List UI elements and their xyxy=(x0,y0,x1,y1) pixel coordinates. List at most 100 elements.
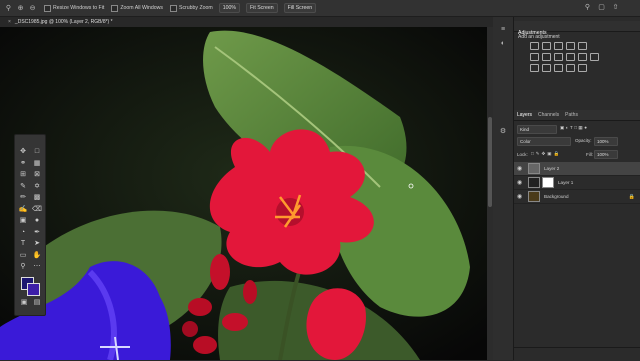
channel-mixer-icon[interactable] xyxy=(578,53,587,61)
blend-mode-value: Color xyxy=(520,139,531,144)
color-lookup-icon[interactable] xyxy=(590,53,599,61)
blur-tool-icon[interactable]: ● xyxy=(31,216,43,227)
lock-label: Lock: xyxy=(517,152,528,157)
layer-thumbnail xyxy=(528,177,540,188)
zoom-100-button[interactable]: 100% xyxy=(218,3,241,13)
marquee-tool-icon[interactable]: □ xyxy=(31,147,43,158)
opacity-value: 100% xyxy=(597,139,609,144)
panel-icon-strip: ≡ ◐ ⚙ xyxy=(493,17,513,360)
search-icon[interactable]: ⚲ xyxy=(583,3,592,12)
checkbox-box[interactable] xyxy=(170,4,177,12)
hue-saturation-icon[interactable] xyxy=(530,53,539,61)
blend-mode-select[interactable]: Color xyxy=(517,137,571,146)
lasso-tool-icon[interactable]: ⚭ xyxy=(17,159,29,170)
path-select-tool-icon[interactable]: ➤ xyxy=(31,239,43,250)
shape-tool-icon[interactable]: ▭ xyxy=(17,251,29,262)
brightness-contrast-icon[interactable] xyxy=(530,42,539,50)
healing-tool-icon[interactable]: ✡ xyxy=(31,182,43,193)
workspace-icon[interactable]: ▢ xyxy=(597,3,606,12)
eye-icon[interactable]: ◉ xyxy=(517,193,525,200)
tab-paths[interactable]: Paths xyxy=(562,112,581,118)
eraser-tool-icon[interactable]: ⌫ xyxy=(31,205,43,216)
lock-icons[interactable]: □✎✥▣🔒 xyxy=(531,151,561,157)
eye-icon[interactable]: ◉ xyxy=(517,179,525,186)
fill-label: Fill: xyxy=(586,152,593,157)
scrubby-zoom-checkbox[interactable]: Scrubby Zoom xyxy=(170,4,213,12)
type-tool-icon[interactable]: T xyxy=(17,239,29,250)
resize-windows-label: Resize Windows to Fit xyxy=(53,5,105,11)
tab-layers[interactable]: Layers xyxy=(514,112,535,118)
screen-mode-icon[interactable]: ▤ xyxy=(31,298,43,309)
layers-bottom-bar xyxy=(514,347,640,361)
layer-filter-icons[interactable]: ▣◐T□▦● xyxy=(560,125,588,131)
more-tools-icon[interactable]: ⋯ xyxy=(31,262,43,273)
scrollbar-thumb[interactable] xyxy=(488,117,492,207)
right-panel: Adjustments Add an adjustment Layers Cha… xyxy=(513,17,640,361)
history-brush-tool-icon[interactable]: ✍ xyxy=(17,205,29,216)
zoom-all-windows-checkbox[interactable]: Zoom All Windows xyxy=(111,4,163,12)
gradient-tool-icon[interactable]: ▣ xyxy=(17,216,29,227)
scrubby-zoom-label: Scrubby Zoom xyxy=(179,5,213,11)
fit-screen-button[interactable]: Fit Screen xyxy=(246,3,278,13)
layer-row-layer-2[interactable]: ◉ Layer 2 xyxy=(514,162,640,176)
color-balance-icon[interactable] xyxy=(542,53,551,61)
crop-tool-icon[interactable]: ⊞ xyxy=(17,170,29,181)
layers-panel-header: Layers Channels Paths xyxy=(514,110,640,121)
canvas[interactable]: ✥ □ ⚭ ▦ ⊞ ⊠ ✎ ✡ ✏ ▩ ✍ ⌫ ▣ ● ◔ ✒ T ➤ ▭ ✋ … xyxy=(0,27,487,360)
checkbox-box[interactable] xyxy=(44,4,51,12)
close-tab-icon[interactable]: × xyxy=(8,19,11,25)
vibrance-icon[interactable] xyxy=(578,42,587,50)
checkbox-box[interactable] xyxy=(111,4,119,12)
panel-options-icon[interactable]: ≡ xyxy=(498,25,508,35)
fill-screen-button[interactable]: Fill Screen xyxy=(283,3,317,13)
zoom-in-icon[interactable]: ⊕ xyxy=(16,4,25,13)
invert-icon[interactable] xyxy=(530,64,539,72)
quick-mask-icon[interactable]: ▣ xyxy=(18,298,30,309)
black-white-icon[interactable] xyxy=(554,53,563,61)
gradient-map-icon[interactable] xyxy=(566,64,575,72)
dodge-tool-icon[interactable]: ◔ xyxy=(17,228,29,239)
layer-name[interactable]: Layer 1 xyxy=(558,180,573,185)
photo-filter-icon[interactable] xyxy=(566,53,575,61)
zoom-out-icon[interactable]: ⊖ xyxy=(28,4,37,13)
posterize-icon[interactable] xyxy=(542,64,551,72)
resize-windows-checkbox[interactable]: Resize Windows to Fit xyxy=(44,4,105,12)
stamp-tool-icon[interactable]: ▩ xyxy=(31,193,43,204)
opacity-input[interactable]: 100% xyxy=(594,137,618,146)
tab-channels[interactable]: Channels xyxy=(535,112,562,118)
frame-tool-icon[interactable]: ⊠ xyxy=(31,170,43,181)
document-tab[interactable]: × _DSC1985.jpg @ 100% (Layer 2, RGB/8*) … xyxy=(0,17,490,27)
exposure-icon[interactable] xyxy=(566,42,575,50)
threshold-icon[interactable] xyxy=(554,64,563,72)
properties-panel-icon[interactable]: ⚙ xyxy=(498,127,508,137)
layer-filter-kind[interactable]: Kind xyxy=(517,125,557,134)
layer-row-background[interactable]: ◉ Background 🔒 xyxy=(514,190,640,204)
hand-tool-icon[interactable]: ✋ xyxy=(31,251,43,262)
eye-icon[interactable]: ◉ xyxy=(517,165,525,172)
background-color-swatch[interactable] xyxy=(27,283,40,296)
layer-row-layer-1[interactable]: ◉ Layer 1 xyxy=(514,176,640,190)
selective-color-icon[interactable] xyxy=(578,64,587,72)
move-tool-icon[interactable]: ✥ xyxy=(17,147,29,158)
document-title: _DSC1985.jpg @ 100% (Layer 2, RGB/8*) * xyxy=(14,19,113,25)
share-icon[interactable]: ⇧ xyxy=(611,3,620,12)
brush-tool-icon[interactable]: ✏ xyxy=(17,193,29,204)
curves-icon[interactable] xyxy=(554,42,563,50)
layer-thumbnail xyxy=(528,163,540,174)
adjustments-subtitle: Add an adjustment xyxy=(518,34,560,40)
adjustments-grid xyxy=(530,42,601,72)
zoom-all-label: Zoom All Windows xyxy=(120,5,163,11)
history-panel-icon[interactable]: ◐ xyxy=(498,39,508,49)
eyedropper-tool-icon[interactable]: ✎ xyxy=(17,182,29,193)
levels-icon[interactable] xyxy=(542,42,551,50)
layer-thumbnail xyxy=(528,191,540,202)
fill-input[interactable]: 100% xyxy=(594,150,618,159)
layer-name[interactable]: Background xyxy=(544,194,569,199)
opacity-label: Opacity: xyxy=(575,138,592,143)
zoom-tool-icon[interactable]: ⚲ xyxy=(17,262,29,273)
zoom-tool-icon[interactable]: ⚲ xyxy=(4,4,13,13)
layer-mask-thumbnail xyxy=(542,177,554,188)
pen-tool-icon[interactable]: ✒ xyxy=(31,228,43,239)
layer-name[interactable]: Layer 2 xyxy=(544,166,559,171)
object-select-tool-icon[interactable]: ▦ xyxy=(31,159,43,170)
